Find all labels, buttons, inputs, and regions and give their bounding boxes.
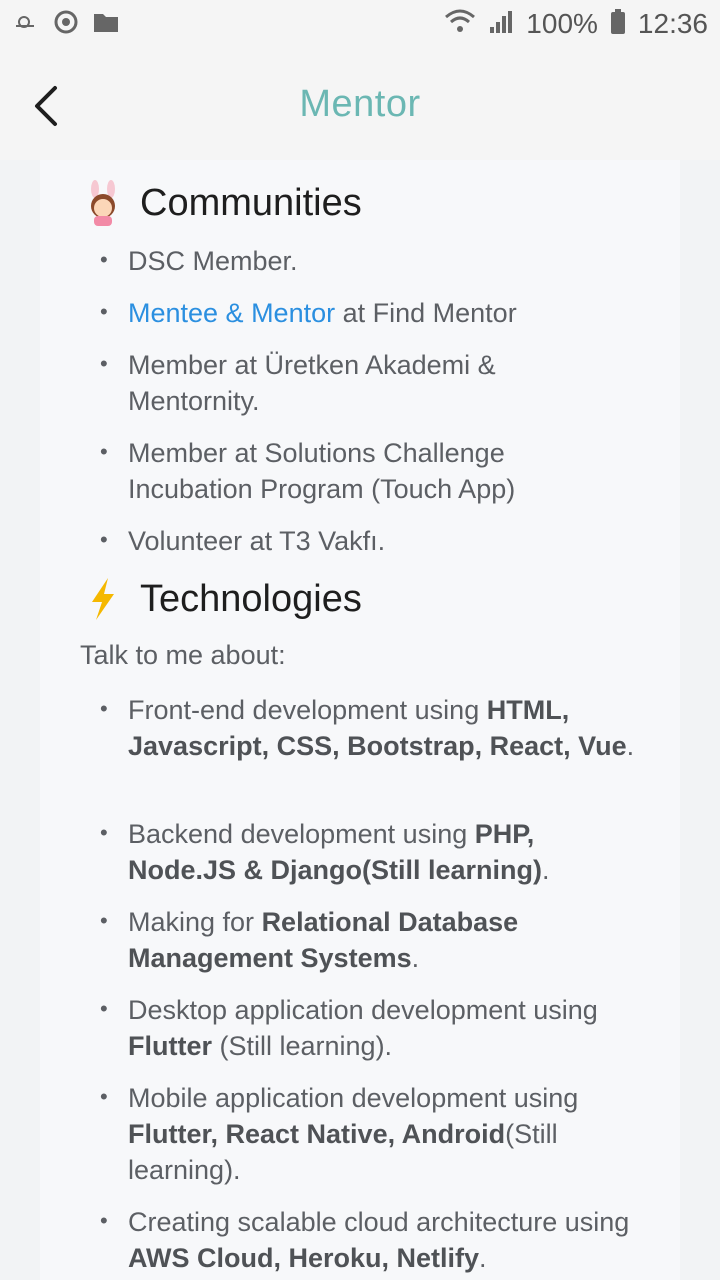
- list-item: Member at Üretken Akademi & Mentornity.: [128, 350, 496, 416]
- bullet: •: [100, 527, 108, 552]
- technologies-heading: Technologies: [84, 576, 362, 622]
- find-mentor-link[interactable]: Mentee & Mentor: [128, 298, 335, 328]
- bullet: •: [100, 439, 108, 464]
- list-item: Volunteer at T3 Vakfı.: [128, 526, 386, 556]
- bullet: •: [100, 908, 108, 933]
- list-item: Mobile application development using Flu…: [128, 1083, 579, 1185]
- list-item: Backend development using PHP, Node.JS &…: [128, 819, 550, 885]
- communities-heading-text: Communities: [140, 181, 362, 224]
- list-item: Member at Solutions Challenge Incubation…: [128, 438, 516, 504]
- list-item: Mentee & Mentor at Find Mentor: [128, 298, 517, 328]
- list-item: Making for Relational Database Managemen…: [128, 907, 519, 973]
- bullet: •: [100, 247, 108, 272]
- bullet: •: [100, 1084, 108, 1109]
- bullet: •: [100, 820, 108, 845]
- technologies-heading-text: Technologies: [140, 577, 362, 620]
- girl-bunny-emoji-icon: [84, 180, 122, 226]
- bullet: •: [100, 351, 108, 376]
- talk-intro: Talk to me about:: [80, 640, 286, 670]
- bullet: •: [100, 1208, 108, 1233]
- bullet: •: [100, 696, 108, 721]
- lightning-icon: [84, 576, 122, 622]
- list-item: Desktop application development using Fl…: [128, 995, 598, 1061]
- bullet: •: [100, 996, 108, 1021]
- list-item: Front-end development using HTML, Javasc…: [128, 695, 635, 761]
- list-item: DSC Member.: [128, 246, 298, 276]
- communities-heading: Communities: [84, 180, 362, 226]
- markdown-content: Communities • DSC Member. • Mentee & Men…: [0, 0, 720, 1280]
- bullet: •: [100, 299, 108, 324]
- list-item: Creating scalable cloud architecture usi…: [128, 1207, 630, 1273]
